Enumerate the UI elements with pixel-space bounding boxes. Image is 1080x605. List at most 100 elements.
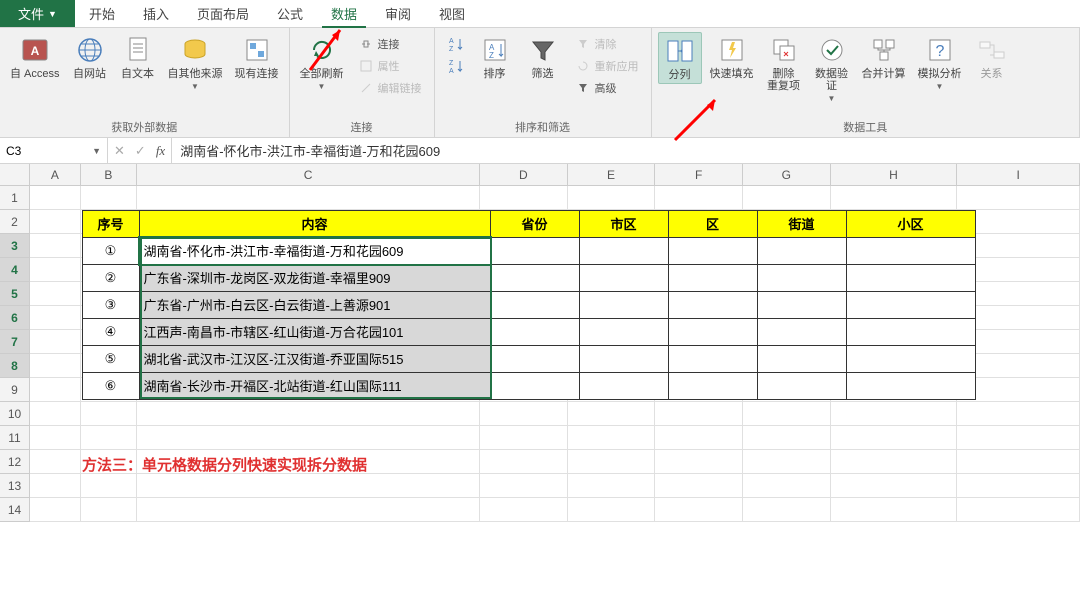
connections-item[interactable]: 连接 — [354, 34, 426, 54]
cell[interactable] — [30, 306, 81, 330]
menu-tab-insert[interactable]: 插入 — [129, 0, 183, 27]
row-header-1[interactable]: 1 — [0, 186, 30, 210]
cell[interactable] — [957, 426, 1080, 450]
cell[interactable] — [30, 282, 81, 306]
cell[interactable] — [137, 402, 479, 426]
cell[interactable] — [480, 498, 568, 522]
table-row-empty[interactable] — [490, 237, 580, 265]
cell[interactable] — [743, 450, 831, 474]
table-header[interactable]: 序号 — [82, 210, 140, 238]
col-header-G[interactable]: G — [743, 164, 831, 186]
text-to-columns-button[interactable]: 分列 — [658, 32, 702, 84]
table-header[interactable]: 小区 — [846, 210, 976, 238]
table-row-empty[interactable] — [846, 291, 976, 319]
row-header-2[interactable]: 2 — [0, 210, 30, 234]
table-header[interactable]: 内容 — [139, 210, 491, 238]
name-box[interactable]: C3 ▼ — [0, 138, 108, 163]
cell[interactable] — [81, 186, 138, 210]
cell[interactable] — [831, 426, 958, 450]
consolidate-button[interactable]: 合并计算 — [858, 32, 910, 82]
table-row-empty[interactable] — [668, 237, 758, 265]
cell[interactable] — [957, 186, 1080, 210]
table-row-empty[interactable] — [757, 345, 847, 373]
cell[interactable] — [957, 450, 1080, 474]
table-row-empty[interactable] — [579, 372, 669, 400]
cell[interactable] — [655, 402, 743, 426]
cell[interactable] — [957, 498, 1080, 522]
cell[interactable] — [831, 450, 958, 474]
menu-tab-view[interactable]: 视图 — [425, 0, 479, 27]
table-row-num[interactable]: ① — [82, 237, 140, 265]
cell[interactable] — [957, 282, 1080, 306]
table-row-empty[interactable] — [846, 264, 976, 292]
table-header[interactable]: 街道 — [757, 210, 847, 238]
sort-asc-button[interactable]: AZ — [443, 34, 467, 54]
cell[interactable] — [743, 474, 831, 498]
cell[interactable] — [137, 498, 479, 522]
cell[interactable] — [30, 354, 81, 378]
cell[interactable] — [957, 306, 1080, 330]
table-row-empty[interactable] — [757, 318, 847, 346]
cell[interactable] — [568, 474, 656, 498]
cell[interactable] — [568, 402, 656, 426]
cell[interactable] — [81, 402, 138, 426]
cell[interactable] — [831, 474, 958, 498]
select-all-corner[interactable] — [0, 164, 30, 186]
filter-button[interactable]: 筛选 — [521, 32, 565, 82]
cell[interactable] — [30, 426, 81, 450]
table-row-empty[interactable] — [757, 237, 847, 265]
table-row-empty[interactable] — [668, 318, 758, 346]
from-web-button[interactable]: 自网站 — [68, 32, 112, 82]
table-row-num[interactable]: ② — [82, 264, 140, 292]
table-row-empty[interactable] — [668, 345, 758, 373]
row-header-10[interactable]: 10 — [0, 402, 30, 426]
table-row-content[interactable]: 湖北省-武汉市-江汉区-江汉街道-乔亚国际515 — [139, 345, 491, 373]
table-row-num[interactable]: ⑤ — [82, 345, 140, 373]
cell[interactable] — [568, 426, 656, 450]
cell[interactable] — [30, 498, 81, 522]
cell[interactable] — [81, 498, 138, 522]
table-row-empty[interactable] — [490, 345, 580, 373]
cell[interactable] — [743, 426, 831, 450]
menu-tab-data[interactable]: 数据 — [317, 0, 371, 27]
row-header-3[interactable]: 3 — [0, 234, 30, 258]
cell[interactable] — [568, 450, 656, 474]
cell[interactable] — [137, 474, 479, 498]
advanced-filter-item[interactable]: 高级 — [571, 78, 643, 98]
cell[interactable] — [957, 354, 1080, 378]
cell[interactable] — [30, 450, 81, 474]
table-header[interactable]: 省份 — [490, 210, 580, 238]
table-row-empty[interactable] — [490, 291, 580, 319]
cell[interactable] — [30, 234, 81, 258]
row-header-5[interactable]: 5 — [0, 282, 30, 306]
col-header-C[interactable]: C — [137, 164, 480, 186]
cell[interactable] — [831, 186, 958, 210]
cell[interactable] — [137, 186, 479, 210]
table-row-empty[interactable] — [579, 345, 669, 373]
cell[interactable] — [743, 186, 831, 210]
col-header-I[interactable]: I — [957, 164, 1080, 186]
cell[interactable] — [655, 450, 743, 474]
cell[interactable] — [568, 186, 656, 210]
table-row-empty[interactable] — [579, 318, 669, 346]
refresh-all-button[interactable]: 全部刷新 ▼ — [296, 32, 348, 93]
cell[interactable] — [30, 258, 81, 282]
row-header-13[interactable]: 13 — [0, 474, 30, 498]
cell[interactable] — [30, 186, 81, 210]
sort-desc-button[interactable]: ZA — [443, 56, 467, 76]
cell[interactable] — [480, 426, 568, 450]
row-header-7[interactable]: 7 — [0, 330, 30, 354]
table-row-num[interactable]: ④ — [82, 318, 140, 346]
table-row-empty[interactable] — [490, 372, 580, 400]
table-row-empty[interactable] — [846, 345, 976, 373]
row-header-4[interactable]: 4 — [0, 258, 30, 282]
col-header-B[interactable]: B — [81, 164, 138, 186]
existing-connections-button[interactable]: 现有连接 — [231, 32, 283, 82]
cell[interactable] — [957, 234, 1080, 258]
cell[interactable] — [957, 210, 1080, 234]
table-row-content[interactable]: 湖南省-怀化市-洪江市-幸福街道-万和花园609 — [139, 237, 491, 265]
cell[interactable] — [30, 378, 81, 402]
cell[interactable] — [30, 474, 81, 498]
table-header[interactable]: 市区 — [579, 210, 669, 238]
table-row-empty[interactable] — [668, 372, 758, 400]
